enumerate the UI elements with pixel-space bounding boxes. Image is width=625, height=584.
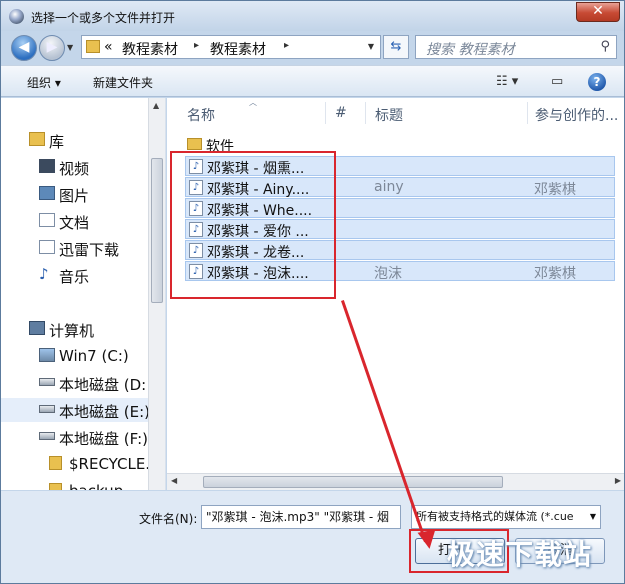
column-divider[interactable] bbox=[527, 102, 528, 124]
search-icon[interactable]: ⚲ bbox=[600, 39, 610, 54]
filetype-dropdown-icon[interactable]: ▼ bbox=[590, 506, 596, 528]
forward-arrow-icon[interactable]: ▶ bbox=[39, 35, 65, 61]
nav-label: 本地磁盘 (D: bbox=[59, 376, 147, 394]
navigation-pane: 库 视频 图片 文档 迅雷下载 ♪ 音乐 计算机 Win7 (C:) 本地磁盘 … bbox=[1, 98, 166, 490]
nav-item-documents[interactable]: 文档 bbox=[1, 209, 165, 233]
scroll-thumb[interactable] bbox=[151, 158, 163, 303]
refresh-icon[interactable]: ⇆ bbox=[383, 35, 409, 59]
close-button[interactable]: ✕ bbox=[576, 2, 620, 22]
nav-item-drive-c[interactable]: Win7 (C:) bbox=[1, 344, 165, 368]
scroll-left-icon[interactable]: ◀ bbox=[171, 476, 177, 485]
nav-label: 图片 bbox=[59, 187, 90, 205]
drive-icon bbox=[39, 378, 55, 386]
drive-icon bbox=[39, 432, 55, 440]
breadcrumb-separator-icon[interactable]: ▸ bbox=[284, 40, 289, 51]
file-artist: 邓紫棋 bbox=[534, 266, 576, 282]
nav-label: 音乐 bbox=[59, 268, 90, 286]
breadcrumb-item[interactable]: 教程素材 bbox=[122, 39, 178, 59]
app-icon bbox=[9, 9, 24, 24]
search-input[interactable]: 搜索 教程素材 ⚲ bbox=[415, 35, 617, 59]
column-divider[interactable] bbox=[325, 102, 326, 124]
address-bar[interactable]: « 教程素材 ▸ 教程素材 ▸ ▼ bbox=[81, 35, 381, 59]
nav-label: backup bbox=[69, 482, 123, 490]
filename-input[interactable]: "邓紫琪 - 泡沫.mp3" "邓紫琪 - 烟 ▼ bbox=[201, 505, 401, 529]
view-mode-icon[interactable]: ☷ ▾ bbox=[496, 74, 518, 89]
nav-item-pictures[interactable]: 图片 bbox=[1, 182, 165, 206]
annotation-box-files bbox=[170, 151, 336, 299]
nav-item-drive-e[interactable]: 本地磁盘 (E:) bbox=[1, 398, 165, 422]
window-title: 选择一个或多个文件并打开 bbox=[31, 11, 176, 25]
folder-icon bbox=[86, 40, 100, 53]
nav-item-drive-f[interactable]: 本地磁盘 (F:) bbox=[1, 425, 165, 449]
file-artist: 邓紫棋 bbox=[534, 182, 576, 198]
scroll-thumb[interactable] bbox=[203, 476, 503, 488]
organize-button[interactable]: 组织 ▾ bbox=[27, 74, 61, 91]
folder-icon bbox=[49, 456, 62, 470]
nav-item-video[interactable]: 视频 bbox=[1, 155, 165, 179]
column-number[interactable]: # bbox=[335, 105, 347, 121]
title-bar: 选择一个或多个文件并打开 ✕ bbox=[1, 1, 624, 31]
video-icon bbox=[39, 159, 55, 173]
sort-ascending-icon: ︿ bbox=[249, 98, 257, 107]
nav-label: 视频 bbox=[59, 160, 90, 178]
command-toolbar: 组织 ▾ 新建文件夹 ☷ ▾ ▭ ? bbox=[1, 65, 624, 97]
nav-label: 迅雷下载 bbox=[59, 241, 120, 259]
nav-label: 文档 bbox=[59, 214, 90, 232]
annotation-arrow-head bbox=[417, 529, 439, 551]
filetype-value: 所有被支持格式的媒体流 (*.cue bbox=[416, 510, 574, 523]
nav-label: $RECYCLE. bbox=[69, 455, 151, 473]
nav-label: Win7 (C:) bbox=[59, 347, 129, 365]
breadcrumb-overflow[interactable]: « bbox=[104, 39, 113, 55]
nav-item-xunlei[interactable]: 迅雷下载 bbox=[1, 236, 165, 260]
nav-label: 库 bbox=[49, 133, 65, 151]
column-name[interactable]: 名称 bbox=[187, 105, 215, 125]
nav-label: 本地磁盘 (E:) bbox=[59, 403, 151, 421]
nav-item-drive-d[interactable]: 本地磁盘 (D: bbox=[1, 371, 165, 395]
nav-item-recycle[interactable]: $RECYCLE. bbox=[1, 452, 165, 476]
nav-item-library[interactable]: 库 bbox=[1, 128, 165, 152]
library-icon bbox=[29, 132, 45, 146]
navigation-row: ◀ ▶ ▼ « 教程素材 ▸ 教程素材 ▸ ▼ ⇆ 搜索 教程素材 ⚲ bbox=[1, 31, 624, 65]
file-title: 泡沫 bbox=[374, 266, 402, 282]
nav-label: 本地磁盘 (F:) bbox=[59, 430, 148, 448]
computer-icon bbox=[29, 321, 45, 335]
folder-icon bbox=[49, 483, 62, 490]
filename-value: "邓紫琪 - 泡沫.mp3" "邓紫琪 - 烟 bbox=[206, 510, 390, 524]
nav-scrollbar[interactable]: ▲ bbox=[148, 98, 165, 490]
nav-item-music[interactable]: ♪ 音乐 bbox=[1, 263, 165, 287]
scroll-right-icon[interactable]: ▶ bbox=[615, 476, 621, 485]
document-icon bbox=[39, 240, 55, 254]
horizontal-scrollbar[interactable]: ◀ ▶ bbox=[167, 473, 624, 490]
music-note-icon: ♪ bbox=[39, 265, 49, 283]
folder-icon bbox=[187, 138, 202, 150]
document-icon bbox=[39, 213, 55, 227]
open-file-dialog: 选择一个或多个文件并打开 ✕ ◀ ▶ ▼ « 教程素材 ▸ 教程素材 ▸ ▼ ⇆… bbox=[0, 0, 625, 584]
filename-label: 文件名(N): bbox=[139, 512, 198, 526]
column-artist[interactable]: 参与创作的... bbox=[535, 105, 618, 125]
watermark-logo: 极速下载站 bbox=[447, 538, 593, 571]
breadcrumb-item[interactable]: 教程素材 bbox=[210, 39, 266, 59]
nav-item-computer[interactable]: 计算机 bbox=[1, 317, 165, 341]
help-icon[interactable]: ? bbox=[588, 73, 606, 91]
column-headers: ︿ 名称 # 标题 参与创作的... bbox=[167, 98, 624, 128]
back-arrow-icon[interactable]: ◀ bbox=[11, 35, 37, 61]
drive-icon bbox=[39, 405, 55, 413]
scroll-up-icon[interactable]: ▲ bbox=[153, 101, 159, 110]
system-drive-icon bbox=[39, 348, 55, 362]
column-title[interactable]: 标题 bbox=[375, 105, 403, 125]
picture-icon bbox=[39, 186, 55, 200]
nav-item-backup[interactable]: backup bbox=[1, 479, 165, 490]
filetype-select[interactable]: 所有被支持格式的媒体流 (*.cue ▼ bbox=[411, 505, 601, 529]
column-divider[interactable] bbox=[365, 102, 366, 124]
breadcrumb-separator-icon[interactable]: ▸ bbox=[194, 40, 199, 51]
file-title: ainy bbox=[374, 179, 404, 195]
history-dropdown-icon[interactable]: ▼ bbox=[67, 43, 73, 52]
nav-label: 计算机 bbox=[49, 322, 95, 340]
new-folder-button[interactable]: 新建文件夹 bbox=[93, 74, 153, 91]
search-placeholder: 搜索 教程素材 bbox=[426, 42, 515, 58]
preview-pane-icon[interactable]: ▭ bbox=[551, 74, 563, 89]
address-dropdown-icon[interactable]: ▼ bbox=[368, 42, 374, 51]
